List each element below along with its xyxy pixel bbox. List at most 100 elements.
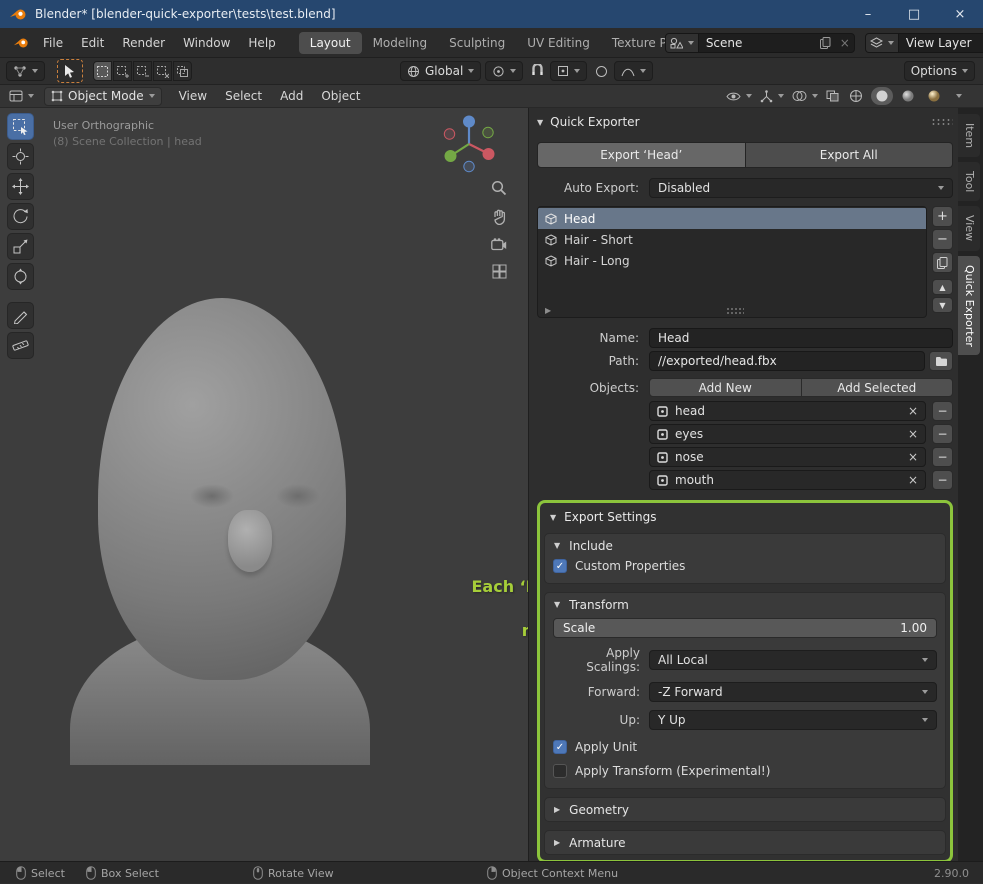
object-field[interactable]: nose ×	[649, 447, 926, 467]
maximize-button[interactable]: □	[891, 0, 937, 28]
close-button[interactable]: ×	[937, 0, 983, 28]
workspace-tab-sculpting[interactable]: Sculpting	[438, 32, 516, 54]
remove-object-button[interactable]: −	[932, 447, 953, 467]
list-resize-grip[interactable]	[726, 306, 745, 314]
collapse-arrow-icon[interactable]: ▼	[537, 118, 543, 127]
remove-object-button[interactable]: −	[932, 401, 953, 421]
options-dropdown[interactable]: Options	[903, 61, 975, 81]
select-mode-invert-icon[interactable]	[153, 61, 172, 81]
snapping-dropdown[interactable]	[550, 61, 588, 81]
workspace-tab-uv-editing[interactable]: UV Editing	[516, 32, 601, 54]
armature-header[interactable]: ▶ Armature	[545, 831, 945, 854]
head-model[interactable]	[70, 290, 375, 765]
tool-cursor[interactable]	[7, 143, 34, 170]
select-mode-set-icon[interactable]	[93, 61, 112, 81]
clear-object-button[interactable]: ×	[908, 427, 918, 441]
scene-browse-dropdown[interactable]	[665, 33, 699, 52]
custom-properties-checkbox[interactable]: ✓	[553, 559, 567, 573]
select-mode-subtract-icon[interactable]	[133, 61, 152, 81]
gizmos-dropdown[interactable]	[758, 87, 786, 105]
shading-solid-button[interactable]	[871, 87, 893, 105]
snap-toggle-button[interactable]	[527, 61, 547, 81]
forward-dropdown[interactable]: -Z Forward	[649, 682, 937, 702]
scene-unlink-button[interactable]: ×	[836, 34, 854, 52]
workspace-tab-modeling[interactable]: Modeling	[362, 32, 439, 54]
apply-scalings-dropdown[interactable]: All Local	[649, 650, 937, 670]
tool-rotate[interactable]	[7, 203, 34, 230]
tool-scale[interactable]	[7, 233, 34, 260]
apply-transform-checkbox[interactable]	[553, 764, 567, 778]
pivot-point-dropdown[interactable]	[485, 61, 524, 81]
proportional-editing-toggle[interactable]	[591, 61, 611, 81]
collapse-arrow-icon[interactable]: ▼	[550, 513, 556, 522]
package-item-hair-short[interactable]: Hair - Short	[538, 229, 926, 250]
xray-toggle[interactable]	[824, 87, 841, 105]
move-package-down-button[interactable]: ▼	[932, 297, 953, 313]
path-field[interactable]: //exported/head.fbx	[649, 351, 925, 371]
proportional-falloff-dropdown[interactable]	[614, 61, 654, 81]
scene-name-field[interactable]: Scene	[699, 36, 816, 50]
open-filebrowser-button[interactable]	[929, 351, 953, 371]
tool-transform[interactable]	[7, 263, 34, 290]
collapse-arrow-icon[interactable]: ▼	[554, 541, 560, 550]
geometry-header[interactable]: ▶ Geometry	[545, 798, 945, 821]
panel-drag-grip[interactable]	[931, 117, 953, 127]
up-dropdown[interactable]: Y Up	[649, 710, 937, 730]
shading-wireframe-button[interactable]	[845, 87, 867, 105]
tool-measure[interactable]	[7, 332, 34, 359]
workspace-tab-texture-paint[interactable]: Texture Pai	[601, 32, 665, 54]
menu-view[interactable]: View	[170, 86, 216, 106]
shading-dropdown[interactable]	[949, 87, 964, 105]
list-filter-toggle[interactable]: ▶	[545, 306, 551, 315]
add-new-button[interactable]: Add New	[649, 378, 802, 397]
object-field[interactable]: mouth ×	[649, 470, 926, 490]
tab-quick-exporter[interactable]: Quick Exporter	[958, 255, 980, 356]
transform-orientation-dropdown[interactable]: Global	[400, 61, 482, 81]
viewport-editor-type-button[interactable]	[7, 87, 36, 106]
name-field[interactable]: Head	[649, 328, 953, 348]
tab-view[interactable]: View	[958, 206, 980, 251]
view-layer-name-field[interactable]: View Layer	[899, 36, 983, 50]
menu-render[interactable]: Render	[113, 32, 174, 54]
active-tool-indicator[interactable]	[57, 59, 83, 83]
select-mode-extend-icon[interactable]	[113, 61, 132, 81]
include-header[interactable]: ▼ Include	[545, 534, 945, 557]
tab-item[interactable]: Item	[958, 114, 980, 158]
overlays-dropdown[interactable]	[790, 87, 820, 105]
menu-object[interactable]: Object	[312, 86, 369, 106]
menu-file[interactable]: File	[34, 32, 72, 54]
clear-object-button[interactable]: ×	[908, 404, 918, 418]
expand-arrow-icon[interactable]: ▶	[554, 838, 560, 847]
transform-header[interactable]: ▼ Transform	[545, 593, 945, 616]
tool-select-box[interactable]	[7, 113, 34, 140]
view-layer-browse-dropdown[interactable]	[865, 33, 899, 52]
expand-arrow-icon[interactable]: ▶	[554, 805, 560, 814]
navigation-gizmo[interactable]	[438, 113, 500, 175]
visibility-dropdown[interactable]	[724, 87, 754, 105]
workspace-tab-layout[interactable]: Layout	[298, 31, 362, 54]
menu-help[interactable]: Help	[239, 32, 284, 54]
scene-new-button[interactable]	[816, 34, 836, 52]
export-settings-header[interactable]: ▼ Export Settings	[544, 507, 946, 527]
editor-type-selector[interactable]	[6, 61, 45, 81]
zoom-button[interactable]	[491, 180, 507, 196]
move-package-up-button[interactable]: ▲	[932, 279, 953, 295]
remove-package-button[interactable]: −	[932, 229, 953, 250]
scale-slider[interactable]: Scale 1.00	[553, 618, 937, 638]
panel-header[interactable]: ▼ Quick Exporter	[537, 112, 953, 132]
menu-select[interactable]: Select	[216, 86, 271, 106]
tool-annotate[interactable]	[7, 302, 34, 329]
add-selected-button[interactable]: Add Selected	[801, 378, 953, 397]
add-package-button[interactable]: +	[932, 206, 953, 227]
clear-object-button[interactable]: ×	[908, 473, 918, 487]
remove-object-button[interactable]: −	[932, 424, 953, 444]
object-field[interactable]: head ×	[649, 401, 926, 421]
auto-export-dropdown[interactable]: Disabled	[649, 178, 953, 198]
export-all-button[interactable]: Export All	[745, 142, 953, 168]
ortho-toggle-button[interactable]	[492, 264, 507, 279]
remove-object-button[interactable]: −	[932, 470, 953, 490]
camera-view-button[interactable]	[491, 238, 507, 251]
collapse-arrow-icon[interactable]: ▼	[554, 600, 560, 609]
menu-edit[interactable]: Edit	[72, 32, 113, 54]
select-mode-intersect-icon[interactable]	[173, 61, 192, 81]
